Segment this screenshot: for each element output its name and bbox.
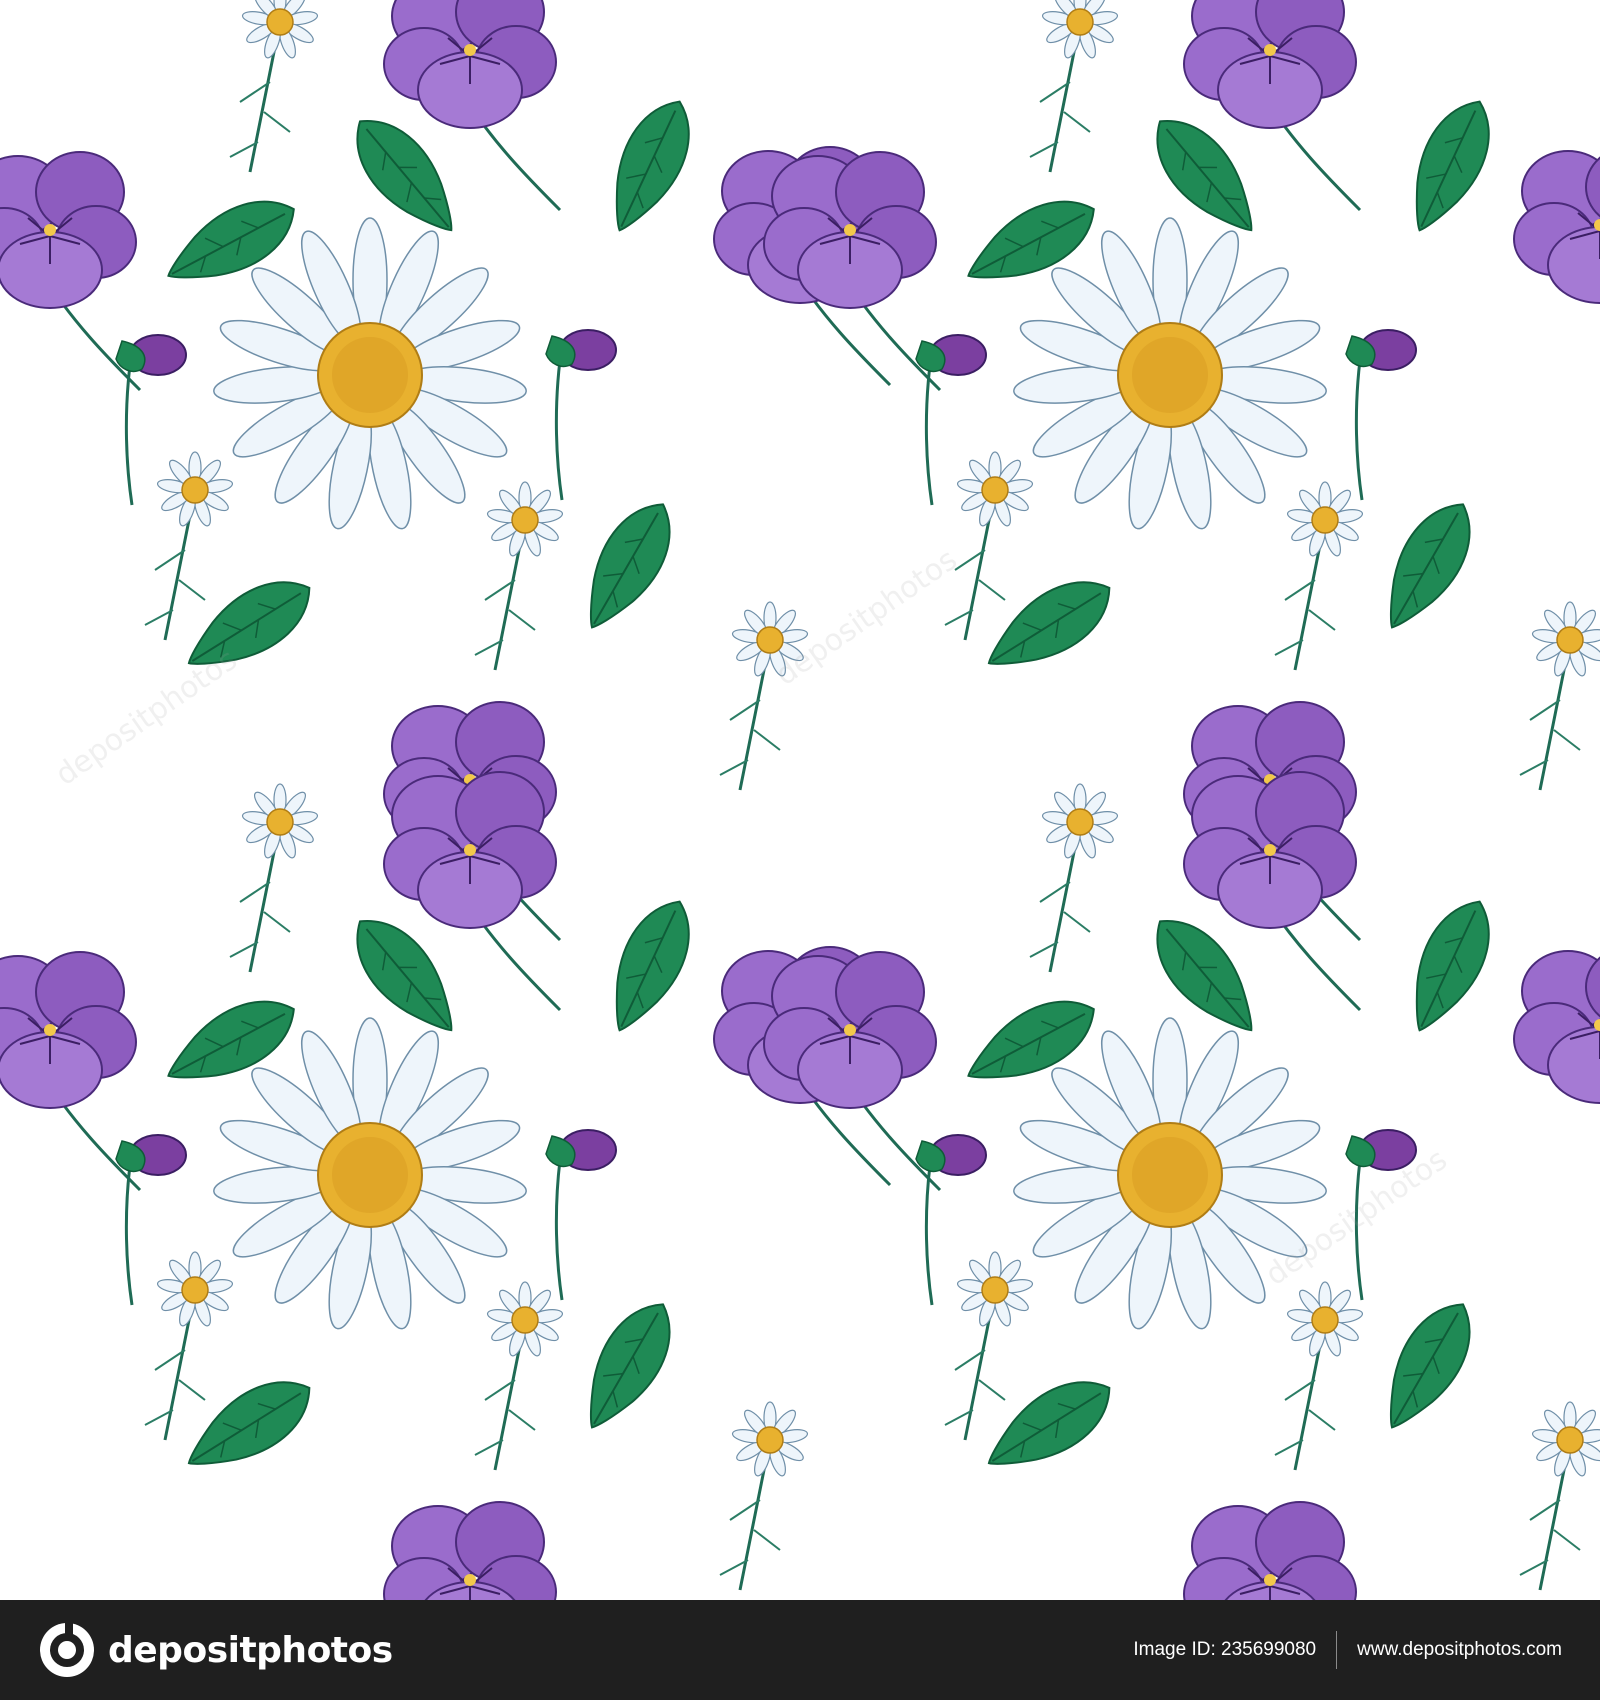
floral-pattern-artwork	[0, 0, 1600, 1600]
image-id: Image ID: 235699080	[1133, 1639, 1317, 1660]
brand-name: depositphotos	[108, 1629, 393, 1671]
site-url[interactable]: www.depositphotos.com	[1357, 1639, 1562, 1661]
depositphotos-logo-icon	[40, 1622, 94, 1677]
footer-divider	[1336, 1631, 1338, 1669]
brand-logo[interactable]: depositphotos	[38, 1621, 393, 1679]
footer-bar: depositphotos Image ID: 235699080 www.de…	[0, 1600, 1600, 1700]
